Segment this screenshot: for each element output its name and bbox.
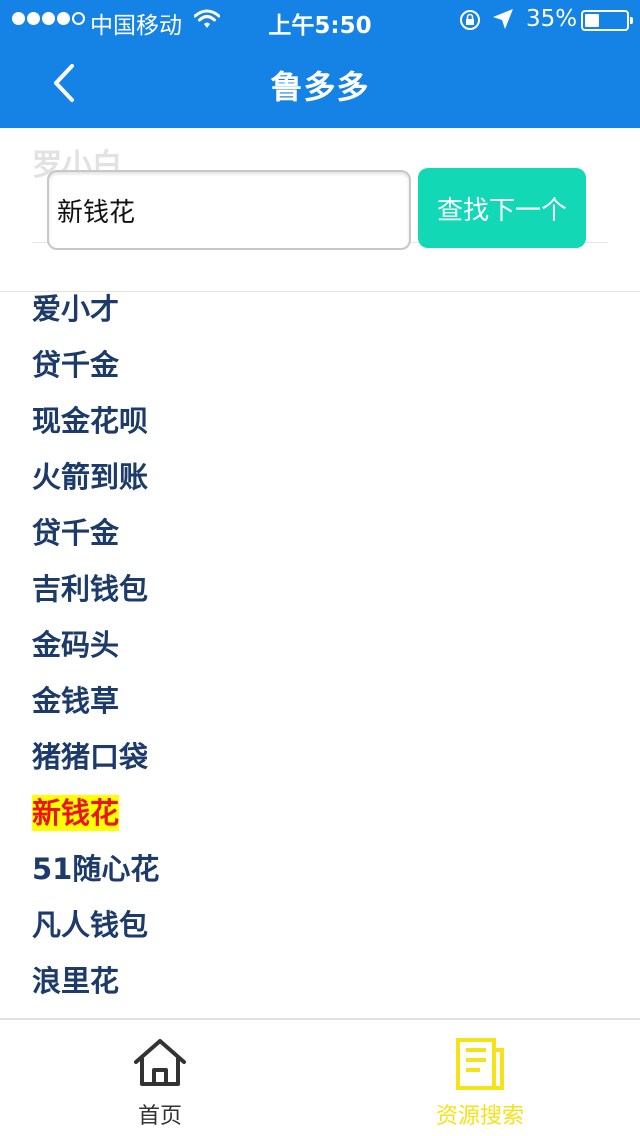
find-in-page-bar: 罗小白 查找下一个	[0, 128, 640, 292]
battery-percent: 35%	[526, 6, 578, 32]
home-icon	[134, 1039, 186, 1086]
top-bar: 中国移动 上午5:50 35% 鲁多多	[0, 0, 640, 128]
list-item: 凡人钱包	[32, 908, 149, 942]
resource-list: 爱小才 贷千金 现金花呗 火箭到账 贷千金 吉利钱包 金码头 金钱草 猪猪口袋 新钱花 51随心花凡…	[0, 292, 640, 1018]
list-item: 爱小才	[32, 292, 120, 326]
find-next-button[interactable]: 查找下一个	[418, 168, 586, 248]
list-item: 金钱草	[32, 684, 120, 718]
document-icon	[456, 1038, 504, 1090]
tab-home-label: 首页	[137, 1104, 182, 1129]
list-item: 贷千金	[32, 516, 120, 550]
list-item-highlighted: 新钱花	[32, 795, 120, 831]
search-input[interactable]	[47, 170, 411, 250]
list-item: 51随心花	[32, 852, 160, 886]
tab-home[interactable]: 首页	[0, 1020, 320, 1136]
list-item: 贷千金	[32, 348, 120, 382]
location-arrow-icon	[493, 9, 513, 29]
status-bar: 中国移动 上午5:50 35%	[0, 0, 640, 40]
battery-icon	[581, 10, 633, 31]
tab-bar: 首页 资源搜索	[0, 1018, 640, 1136]
list-item: 吉利钱包	[32, 572, 149, 606]
list-item: 现金花呗	[32, 404, 149, 438]
page-title: 鲁多多	[270, 68, 370, 106]
list-item: 火箭到账	[32, 460, 149, 494]
list-item: 金码头	[32, 628, 120, 662]
list-item: 猪猪口袋	[32, 740, 149, 774]
tab-resource-search-label: 资源搜索	[435, 1104, 524, 1129]
navigation-bar: 鲁多多	[0, 40, 640, 128]
rotation-lock-icon	[460, 10, 480, 30]
list-item: 浪里花	[32, 964, 120, 998]
tab-resource-search[interactable]: 资源搜索	[320, 1020, 640, 1136]
